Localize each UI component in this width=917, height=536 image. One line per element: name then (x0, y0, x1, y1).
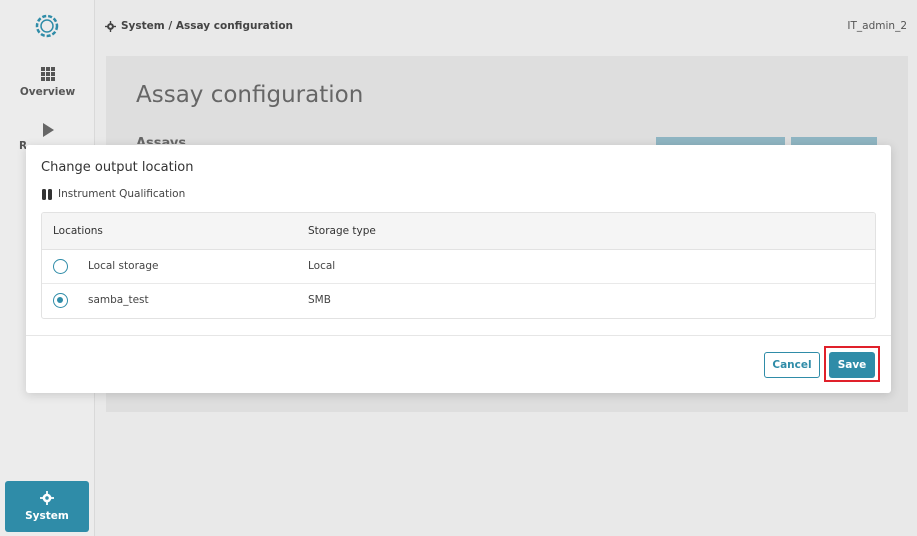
storage-type: SMB (308, 294, 331, 306)
grid-icon (40, 67, 55, 81)
location-radio[interactable] (53, 259, 68, 274)
save-button[interactable]: Save (829, 352, 875, 378)
cancel-button[interactable]: Cancel (764, 352, 820, 378)
user-name[interactable]: IT_admin_2 (847, 20, 907, 32)
dialog-subtitle: Instrument Qualification (41, 188, 185, 200)
dialog-subtitle-text: Instrument Qualification (58, 188, 186, 200)
change-output-location-dialog: Change output location Instrument Qualif… (26, 145, 891, 393)
storage-type: Local (308, 260, 336, 272)
nav-run[interactable] (0, 122, 95, 142)
column-header-storage-type: Storage type (308, 225, 376, 237)
test-tubes-icon (42, 188, 52, 200)
dialog-title: Change output location (41, 160, 194, 175)
nav-overview-label: Overview (19, 86, 76, 98)
nav-overview[interactable]: Overview (0, 66, 95, 98)
locations-table: Locations Storage type Local storage Loc… (41, 212, 876, 319)
location-radio[interactable] (53, 293, 68, 308)
play-icon (42, 123, 54, 137)
page-subtitle: Assays (136, 136, 187, 144)
breadcrumb: System / Assay configuration (105, 20, 293, 32)
top-bar: System / Assay configuration IT_admin_2 (95, 0, 917, 54)
table-row[interactable]: Local storage Local (42, 250, 875, 284)
gear-icon (40, 491, 54, 505)
nav-system-label: System (25, 510, 69, 522)
page-title: Assay configuration (136, 82, 364, 108)
dialog-divider (26, 335, 891, 336)
table-header: Locations Storage type (42, 213, 875, 250)
location-name: samba_test (88, 294, 149, 306)
table-row[interactable]: samba_test SMB (42, 284, 875, 318)
breadcrumb-text: System / Assay configuration (121, 20, 294, 32)
column-header-locations: Locations (53, 225, 103, 237)
location-name: Local storage (88, 260, 159, 272)
nav-system[interactable]: System (5, 481, 89, 532)
gear-icon (105, 20, 116, 32)
app-logo-icon (35, 14, 59, 38)
